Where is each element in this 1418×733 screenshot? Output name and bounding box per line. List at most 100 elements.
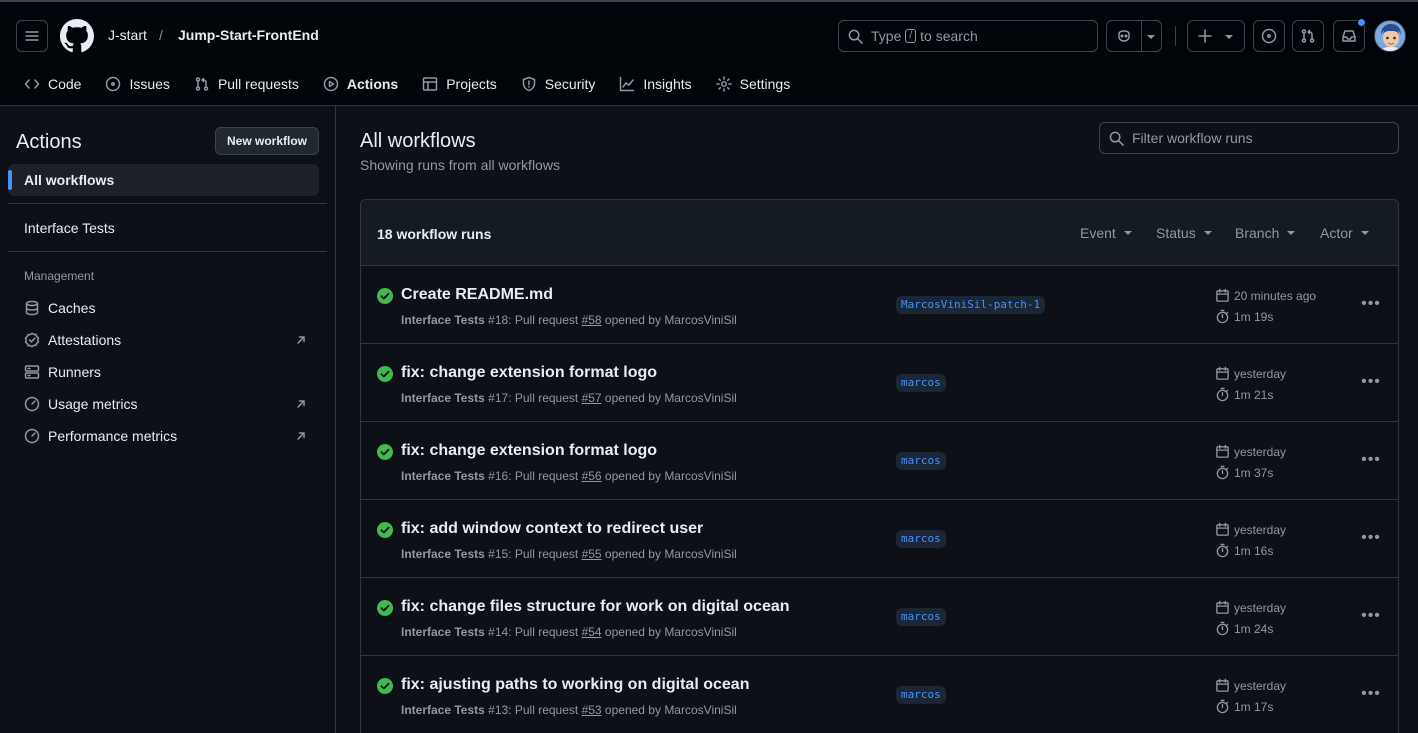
branch-badge[interactable]: MarcosViniSil-patch-1 — [896, 296, 1046, 314]
tab-label: Security — [544, 76, 596, 92]
event-filter[interactable]: Event — [1080, 225, 1132, 241]
branch-badge[interactable]: marcos — [896, 374, 946, 392]
sidebar-title: Actions — [16, 131, 82, 153]
workflow-run-row[interactable]: fix: change extension format logo Interf… — [361, 422, 1398, 500]
run-title[interactable]: fix: change files structure for work on … — [401, 598, 790, 616]
search-suffix: to search — [920, 28, 978, 44]
pull-request-link[interactable]: #58 — [582, 313, 602, 327]
server-icon — [24, 365, 40, 379]
sidebar-item-attestations[interactable]: Attestations — [8, 324, 319, 356]
kebab-menu-icon[interactable]: ••• — [1361, 372, 1381, 392]
tab-settings[interactable]: Settings — [708, 68, 799, 100]
branch-badge[interactable]: marcos — [896, 686, 946, 704]
run-event: : Pull request — [508, 313, 582, 327]
run-title[interactable]: fix: change extension format logo — [401, 442, 657, 460]
run-duration: 1m 16s — [1215, 543, 1273, 558]
run-event: : Pull request — [508, 391, 582, 405]
new-workflow-button[interactable]: New workflow — [215, 127, 319, 155]
workflow-run-row[interactable]: Create README.md Interface Tests #18: Pu… — [361, 266, 1398, 344]
menu-button[interactable] — [16, 20, 48, 52]
run-duration: 1m 21s — [1215, 387, 1273, 402]
pull-request-link[interactable]: #57 — [582, 391, 602, 405]
run-when: yesterday — [1234, 444, 1287, 459]
workflow-run-row[interactable]: fix: ajusting paths to working on digita… — [361, 656, 1398, 733]
sidebar-item-label: Usage metrics — [48, 396, 138, 412]
tab-actions[interactable]: Actions — [314, 68, 407, 108]
kebab-menu-icon[interactable]: ••• — [1361, 450, 1381, 470]
tab-label: Settings — [739, 76, 791, 92]
success-check-icon — [377, 444, 393, 460]
sidebar-item-all-workflows[interactable]: All workflows — [8, 164, 319, 196]
run-title[interactable]: fix: change extension format logo — [401, 364, 657, 382]
filter-workflow-runs-input[interactable]: Filter workflow runs — [1099, 122, 1399, 154]
stopwatch-icon — [1216, 387, 1229, 402]
breadcrumb-owner[interactable]: J-start — [108, 27, 147, 43]
run-event: : Pull request — [508, 469, 582, 483]
code-icon — [24, 79, 40, 89]
notification-dot — [1357, 18, 1366, 27]
workflow-run-row[interactable]: fix: change files structure for work on … — [361, 578, 1398, 656]
status-filter[interactable]: Status — [1156, 225, 1212, 241]
pull-request-link[interactable]: #53 — [582, 703, 602, 717]
issues-button[interactable] — [1253, 20, 1285, 52]
branch-badge[interactable]: marcos — [896, 452, 946, 470]
create-new-button[interactable] — [1187, 20, 1245, 52]
tab-insights[interactable]: Insights — [611, 68, 699, 100]
shield-icon — [522, 76, 536, 92]
pull-request-link[interactable]: #55 — [582, 547, 602, 561]
calendar-icon — [1216, 600, 1229, 614]
graph-icon — [620, 76, 635, 92]
plus-icon — [1198, 29, 1212, 43]
kebab-menu-icon[interactable]: ••• — [1361, 684, 1381, 704]
run-number: #15 — [488, 547, 509, 561]
github-logo-icon[interactable] — [60, 19, 94, 53]
inbox-icon — [1342, 30, 1356, 42]
tab-issues[interactable]: Issues — [97, 68, 177, 100]
run-duration-value: 1m 21s — [1234, 387, 1274, 402]
workflow-run-row[interactable]: fix: change extension format logo Interf… — [361, 344, 1398, 422]
calendar-icon — [1216, 678, 1229, 692]
success-check-icon — [377, 366, 393, 382]
global-header: J-start / Jump-Start-FrontEnd Type / to … — [0, 0, 1418, 108]
run-title[interactable]: fix: add window context to redirect user — [401, 520, 703, 538]
kebab-menu-icon[interactable]: ••• — [1361, 606, 1381, 626]
tab-security[interactable]: Security — [513, 68, 604, 100]
pull-request-link[interactable]: #56 — [582, 469, 602, 483]
calendar-icon — [1216, 288, 1229, 302]
run-meta: Interface Tests #14: Pull request #54 op… — [401, 625, 737, 639]
sidebar-item-usage-metrics[interactable]: Usage metrics — [8, 388, 319, 420]
chevron-down-icon — [1147, 35, 1155, 39]
kebab-menu-icon[interactable]: ••• — [1361, 294, 1381, 314]
workflow-run-row[interactable]: fix: add window context to redirect user… — [361, 500, 1398, 578]
filter-label: Actor — [1320, 225, 1353, 241]
breadcrumb-repo[interactable]: Jump-Start-FrontEnd — [178, 27, 319, 43]
copilot-button[interactable] — [1106, 20, 1162, 52]
run-opened-by: opened by MarcosViniSil — [601, 625, 737, 639]
branch-filter[interactable]: Branch — [1235, 225, 1296, 241]
branch-badge[interactable]: marcos — [896, 608, 946, 626]
run-when: yesterday — [1234, 522, 1287, 537]
pull-request-link[interactable]: #54 — [582, 625, 602, 639]
kebab-menu-icon[interactable]: ••• — [1361, 528, 1381, 548]
branch-badge[interactable]: marcos — [896, 530, 946, 548]
run-meta: Interface Tests #16: Pull request #56 op… — [401, 469, 737, 483]
sidebar-item-performance-metrics[interactable]: Performance metrics — [8, 420, 319, 452]
run-time: 20 minutes ago — [1215, 288, 1316, 303]
tab-projects[interactable]: Projects — [414, 68, 505, 100]
run-title[interactable]: fix: ajusting paths to working on digita… — [401, 676, 749, 694]
actor-filter[interactable]: Actor — [1320, 225, 1369, 241]
run-title[interactable]: Create README.md — [401, 286, 553, 304]
sidebar-item-interface-tests[interactable]: Interface Tests — [8, 212, 319, 244]
inbox-button[interactable] — [1333, 18, 1366, 52]
chevron-down-icon — [1225, 35, 1233, 39]
pull-requests-button[interactable] — [1292, 20, 1324, 52]
tab-code[interactable]: Code — [16, 68, 89, 100]
repo-tabs: Code Issues Pull requests Actions Projec… — [16, 68, 806, 108]
run-meta: Interface Tests #18: Pull request #58 op… — [401, 313, 737, 327]
sidebar-item-runners[interactable]: Runners — [8, 356, 319, 388]
global-search[interactable]: Type / to search — [838, 20, 1098, 52]
tab-pull-requests[interactable]: Pull requests — [186, 68, 307, 100]
avatar[interactable] — [1374, 20, 1406, 52]
sidebar-item-caches[interactable]: Caches — [8, 292, 319, 324]
caret-down-icon — [1123, 231, 1132, 235]
